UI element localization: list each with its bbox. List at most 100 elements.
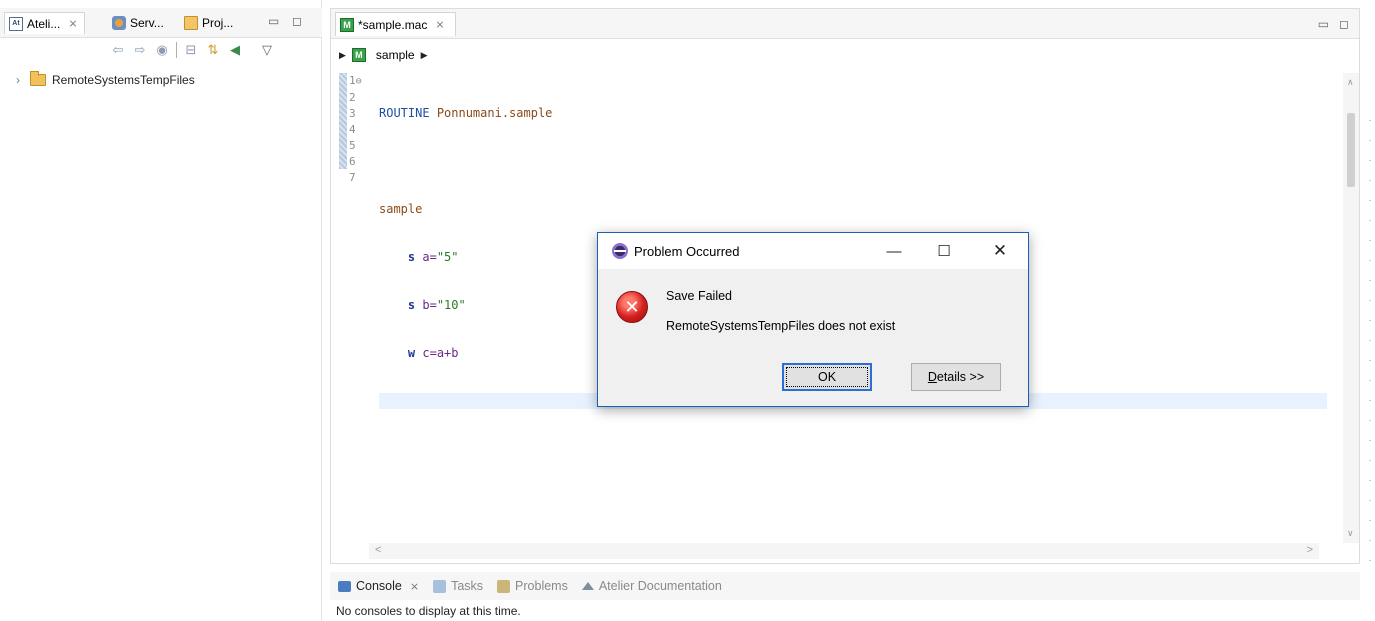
label-sample: sample — [379, 202, 423, 216]
vertical-scrollbar[interactable]: ∧ ∨ — [1343, 73, 1359, 543]
triangle-right-icon[interactable]: ▶ — [421, 50, 428, 61]
scroll-right-icon[interactable]: > — [1307, 544, 1313, 556]
mac-file-icon: M — [351, 48, 366, 62]
chevron-right-icon[interactable]: › — [16, 73, 28, 87]
line-number: 6 — [349, 155, 356, 168]
tab-console[interactable]: Console ⨯ — [338, 579, 419, 593]
tab-tasks-label: Tasks — [451, 579, 484, 593]
scroll-down-icon[interactable]: ∨ — [1347, 528, 1354, 539]
set-command: s — [407, 250, 416, 264]
horizontal-scrollbar[interactable]: < > — [369, 543, 1319, 559]
line-numbers: 1⊖ 2 3 4 5 6 7 — [349, 73, 373, 186]
minimize-icon[interactable]: ▭ — [268, 14, 279, 28]
tab-problems[interactable]: Problems — [497, 579, 568, 593]
line-number: 4 — [349, 123, 356, 136]
servers-icon — [112, 16, 126, 30]
close-icon[interactable]: ✕ — [980, 239, 1020, 263]
code-string: "10" — [436, 298, 466, 312]
back-icon[interactable]: ⇦ — [110, 42, 126, 58]
folder-icon — [30, 71, 46, 86]
forward-icon[interactable]: ⇨ — [132, 42, 148, 58]
editor-gutter: 1⊖ 2 3 4 5 6 7 — [339, 73, 377, 543]
eclipse-icon — [612, 243, 628, 259]
tab-sample-mac[interactable]: M *sample.mac ⨯ — [335, 12, 456, 36]
code-string: "5" — [436, 250, 459, 264]
code-line-3: sample — [379, 201, 1327, 217]
tab-projects-label: Proj... — [202, 16, 234, 30]
error-icon: ✕ — [616, 291, 648, 323]
atelier-icon: At — [9, 16, 23, 31]
write-command: w — [407, 346, 416, 360]
tab-atelier-documentation-label: Atelier Documentation — [598, 579, 722, 593]
close-icon[interactable]: ⨯ — [410, 580, 419, 593]
explorer-toolbar: ⇦ ⇨ ◉ ⊟ ⇅ ◀ ▽ — [110, 38, 322, 62]
scroll-up-icon[interactable]: ∧ — [1347, 77, 1354, 88]
close-icon[interactable]: ⨯ — [435, 18, 444, 31]
console-icon — [338, 580, 351, 592]
tab-atelier[interactable]: At Ateli... ⨯ — [4, 12, 85, 34]
routine-name: Ponnumani.sample — [436, 106, 553, 120]
project-explorer-panel: At Ateli... ⨯ Serv... Proj... ▭ ◻ ⇦ ⇨ ◉ … — [0, 0, 322, 621]
editor-tab-title: *sample.mac — [358, 17, 428, 32]
tree-item-label: RemoteSystemsTempFiles — [52, 73, 195, 87]
maximize-icon[interactable]: ◻ — [292, 14, 302, 28]
routine-keyword: ROUTINE — [379, 106, 430, 120]
breadcrumb-label: sample — [375, 48, 415, 62]
collapse-icon[interactable]: ⊖ — [356, 76, 362, 87]
link-editor-icon[interactable]: ⇅ — [205, 42, 221, 58]
dialog-message-title: Save Failed — [666, 289, 733, 303]
close-icon[interactable]: ⨯ — [68, 17, 77, 30]
tab-servers[interactable]: Serv... — [112, 12, 164, 34]
details-label: etails >> — [936, 370, 985, 384]
line-number: 2 — [349, 91, 356, 104]
documentation-icon — [581, 582, 594, 590]
dialog-message-detail: RemoteSystemsTempFiles does not exist — [666, 319, 896, 333]
dialog-title: Problem Occurred — [634, 243, 740, 259]
problems-icon — [497, 579, 511, 593]
collapse-all-icon[interactable]: ⊟ — [183, 42, 199, 58]
details-button[interactable]: Details >> — [911, 363, 1001, 391]
overview-ruler — [1369, 120, 1371, 570]
line-number: 1 — [349, 74, 356, 87]
dialog-titlebar[interactable]: Problem Occurred — ☐ ✕ — [598, 233, 1028, 269]
editor-minmax-icons[interactable]: ▭ ◻ — [1318, 17, 1349, 31]
console-tabbar: Console ⨯ Tasks Problems Atelier Documen… — [330, 572, 1360, 600]
editor-tabbar: M *sample.mac ⨯ ▭ ◻ — [331, 9, 1359, 39]
tasks-icon — [433, 579, 447, 593]
tab-console-label: Console — [356, 579, 402, 593]
view-menu-icon[interactable]: ▽ — [259, 42, 275, 58]
breadcrumb[interactable]: ▶ M sample ▶ — [339, 48, 428, 62]
change-indicator-bar — [339, 73, 347, 169]
line-number: 3 — [349, 107, 356, 120]
triangle-right-icon[interactable]: ▶ — [339, 50, 346, 61]
set-command: s — [407, 298, 416, 312]
mac-file-icon: M — [340, 17, 354, 32]
code-line-1: ROUTINE Ponnumani.sample — [379, 105, 1327, 121]
scroll-thumb[interactable] — [1347, 113, 1355, 187]
maximize-icon[interactable]: ☐ — [924, 239, 964, 263]
projects-icon — [184, 16, 198, 30]
tab-atelier-documentation[interactable]: Atelier Documentation — [581, 579, 722, 593]
line-number: 7 — [349, 171, 356, 184]
scroll-left-icon[interactable]: < — [375, 544, 381, 556]
ok-button[interactable]: OK — [782, 363, 872, 391]
minimize-icon[interactable]: — — [874, 239, 914, 263]
tree-item-remote-systems-temp-files[interactable]: › RemoteSystemsTempFiles — [16, 71, 195, 87]
tab-problems-label: Problems — [515, 579, 568, 593]
details-mnemonic: D — [927, 370, 937, 384]
tab-servers-label: Serv... — [130, 16, 164, 30]
code-expr: c=a+b — [422, 346, 459, 360]
tab-tasks[interactable]: Tasks — [433, 579, 483, 593]
problem-dialog: Problem Occurred — ☐ ✕ ✕ Save Failed Rem… — [597, 232, 1029, 407]
import-icon[interactable]: ◀ — [227, 42, 243, 58]
code-expr: b= — [422, 298, 437, 312]
tab-atelier-label: Ateli... — [27, 16, 61, 31]
left-tabbar: At Ateli... ⨯ Serv... Proj... ▭ ◻ — [0, 8, 322, 38]
tab-projects[interactable]: Proj... — [184, 12, 233, 34]
code-expr: a= — [422, 250, 437, 264]
toolbar-separator — [176, 42, 177, 58]
home-icon[interactable]: ◉ — [154, 42, 170, 58]
console-message: No consoles to display at this time. — [336, 604, 521, 618]
line-number: 5 — [349, 139, 356, 152]
